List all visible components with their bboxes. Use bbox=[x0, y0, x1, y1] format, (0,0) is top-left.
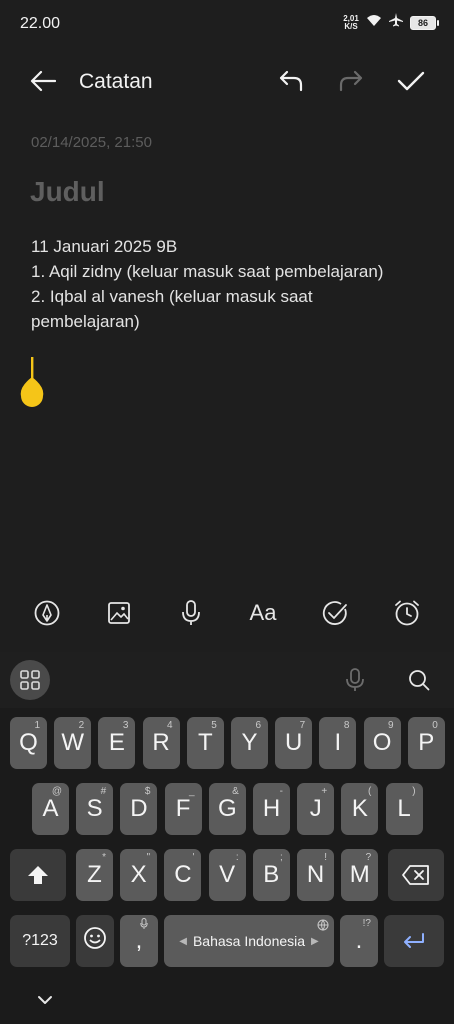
key-hint: @ bbox=[51, 786, 62, 797]
key-l[interactable]: L) bbox=[385, 783, 423, 835]
wifi-icon bbox=[366, 13, 382, 32]
status-bar: 22.00 2,01 K/S 86 bbox=[0, 0, 454, 48]
key-hint: ( bbox=[368, 786, 372, 797]
network-speed: 2,01 K/S bbox=[343, 13, 359, 31]
airplane-mode-icon bbox=[388, 12, 404, 33]
mic-hint-icon bbox=[140, 918, 148, 932]
status-icons: 2,01 K/S 86 bbox=[342, 12, 439, 33]
key-v[interactable]: V: bbox=[208, 849, 246, 901]
image-icon[interactable] bbox=[104, 598, 134, 628]
key-m[interactable]: M? bbox=[341, 849, 379, 901]
key-a[interactable]: A @ bbox=[32, 783, 69, 835]
key-hint: ! bbox=[324, 852, 327, 863]
editor-toolbar: Aa bbox=[0, 592, 454, 634]
key-u[interactable]: U7 bbox=[275, 717, 313, 769]
redo-icon[interactable] bbox=[336, 66, 366, 96]
key-s[interactable]: S # bbox=[76, 783, 114, 835]
key-hint: 0 bbox=[432, 720, 438, 731]
check-icon[interactable] bbox=[396, 66, 426, 96]
emoji-key[interactable] bbox=[76, 915, 114, 967]
app-bar: Catatan bbox=[0, 54, 454, 110]
key-hint: 9 bbox=[388, 720, 394, 731]
key-t[interactable]: T5 bbox=[186, 717, 224, 769]
key-h[interactable]: H- bbox=[253, 783, 290, 835]
undo-icon[interactable] bbox=[276, 66, 306, 96]
key-hint: : bbox=[235, 852, 239, 863]
clock: 22.00 bbox=[20, 15, 61, 32]
app-title: Catatan bbox=[79, 70, 153, 93]
voice-input-icon[interactable] bbox=[340, 665, 370, 695]
key-hint: 2 bbox=[78, 720, 85, 731]
key-hint: # bbox=[100, 786, 107, 797]
globe-icon bbox=[317, 918, 329, 934]
key-i[interactable]: I8 bbox=[319, 717, 357, 769]
note-line: 1. Aqil zidny (keluar masuk saat pembela… bbox=[31, 262, 384, 281]
key-e[interactable]: E3 bbox=[98, 717, 136, 769]
key-hint: * bbox=[102, 852, 106, 863]
shift-key[interactable] bbox=[10, 849, 66, 901]
key-hint: $ bbox=[144, 786, 151, 797]
key-hint: 4 bbox=[167, 720, 173, 731]
key-y[interactable]: Y6 bbox=[231, 717, 268, 769]
key-hint: - bbox=[279, 786, 283, 797]
key-hint: 6 bbox=[255, 720, 261, 731]
keyboard-toolbar bbox=[0, 652, 454, 708]
key-r[interactable]: R4 bbox=[142, 717, 180, 769]
key-hint: + bbox=[321, 786, 328, 797]
keyboard-apps-grid-icon[interactable] bbox=[10, 660, 50, 700]
key-w[interactable]: W2 bbox=[54, 717, 92, 769]
key-hint: 5 bbox=[211, 720, 217, 731]
back-arrow-icon[interactable] bbox=[28, 66, 58, 96]
key-hint: _ bbox=[189, 786, 195, 797]
language-right-arrow-icon: ▶ bbox=[311, 935, 319, 947]
key-d[interactable]: D $ bbox=[120, 783, 158, 835]
key-j[interactable]: J + bbox=[297, 783, 335, 835]
language-left-arrow-icon: ◀ bbox=[179, 935, 187, 947]
key-hint: 1 bbox=[34, 720, 40, 731]
comma-key[interactable]: , bbox=[120, 915, 158, 967]
microphone-icon[interactable] bbox=[176, 598, 206, 628]
key-o[interactable]: O9 bbox=[363, 717, 401, 769]
key-hint: " bbox=[146, 852, 151, 863]
space-key[interactable]: ◀ Bahasa Indonesia ▶ bbox=[164, 915, 334, 967]
note-title-field[interactable]: Judul bbox=[30, 176, 105, 208]
key-hint: ' bbox=[192, 852, 195, 863]
note-line: pembelajaran) bbox=[31, 312, 140, 331]
key-hint: ; bbox=[280, 852, 283, 863]
text-cursor-handle[interactable] bbox=[19, 357, 45, 409]
period-key[interactable]: . !? bbox=[340, 915, 378, 967]
key-hint: ? bbox=[365, 852, 372, 863]
key-hint: ) bbox=[412, 786, 416, 797]
key-n[interactable]: N! bbox=[297, 849, 334, 901]
enter-key[interactable] bbox=[384, 915, 444, 967]
key-z[interactable]: Z * bbox=[76, 849, 113, 901]
handwriting-icon[interactable] bbox=[32, 598, 62, 628]
soft-keyboard: ?123 , ◀ Bahasa Indonesia ▶ . !? Q1W2E3R… bbox=[0, 652, 454, 1024]
backspace-key[interactable] bbox=[388, 849, 444, 901]
note-line: 2. Iqbal al vanesh (keluar masuk saat bbox=[31, 287, 313, 306]
key-q[interactable]: Q1 bbox=[10, 717, 47, 769]
key-p[interactable]: P0 bbox=[407, 717, 445, 769]
reminder-clock-icon[interactable] bbox=[392, 598, 422, 628]
key-x[interactable]: X " bbox=[120, 849, 158, 901]
collapse-keyboard-icon[interactable] bbox=[33, 988, 57, 1012]
key-g[interactable]: G & bbox=[208, 783, 246, 835]
emoji-icon bbox=[83, 926, 107, 957]
key-hint: 7 bbox=[299, 720, 306, 731]
battery-icon: 86 bbox=[410, 15, 439, 30]
note-body-field[interactable]: 11 Januari 2025 9B 1. Aqil zidny (keluar… bbox=[31, 234, 431, 334]
key-b[interactable]: B; bbox=[252, 849, 290, 901]
key-k[interactable]: K( bbox=[341, 783, 379, 835]
key-c[interactable]: C ' bbox=[164, 849, 202, 901]
keyboard-search-icon[interactable] bbox=[404, 665, 434, 695]
text-format-icon[interactable]: Aa bbox=[246, 598, 280, 628]
note-line: 11 Januari 2025 9B bbox=[31, 237, 178, 256]
key-hint: 3 bbox=[122, 720, 129, 731]
key-hint: & bbox=[232, 786, 239, 797]
key-f[interactable]: F _ bbox=[164, 783, 202, 835]
key-hint: 8 bbox=[343, 720, 350, 731]
symbols-key[interactable]: ?123 bbox=[10, 915, 70, 967]
note-date: 02/14/2025, 21:50 bbox=[31, 134, 152, 151]
checklist-icon[interactable] bbox=[320, 598, 350, 628]
